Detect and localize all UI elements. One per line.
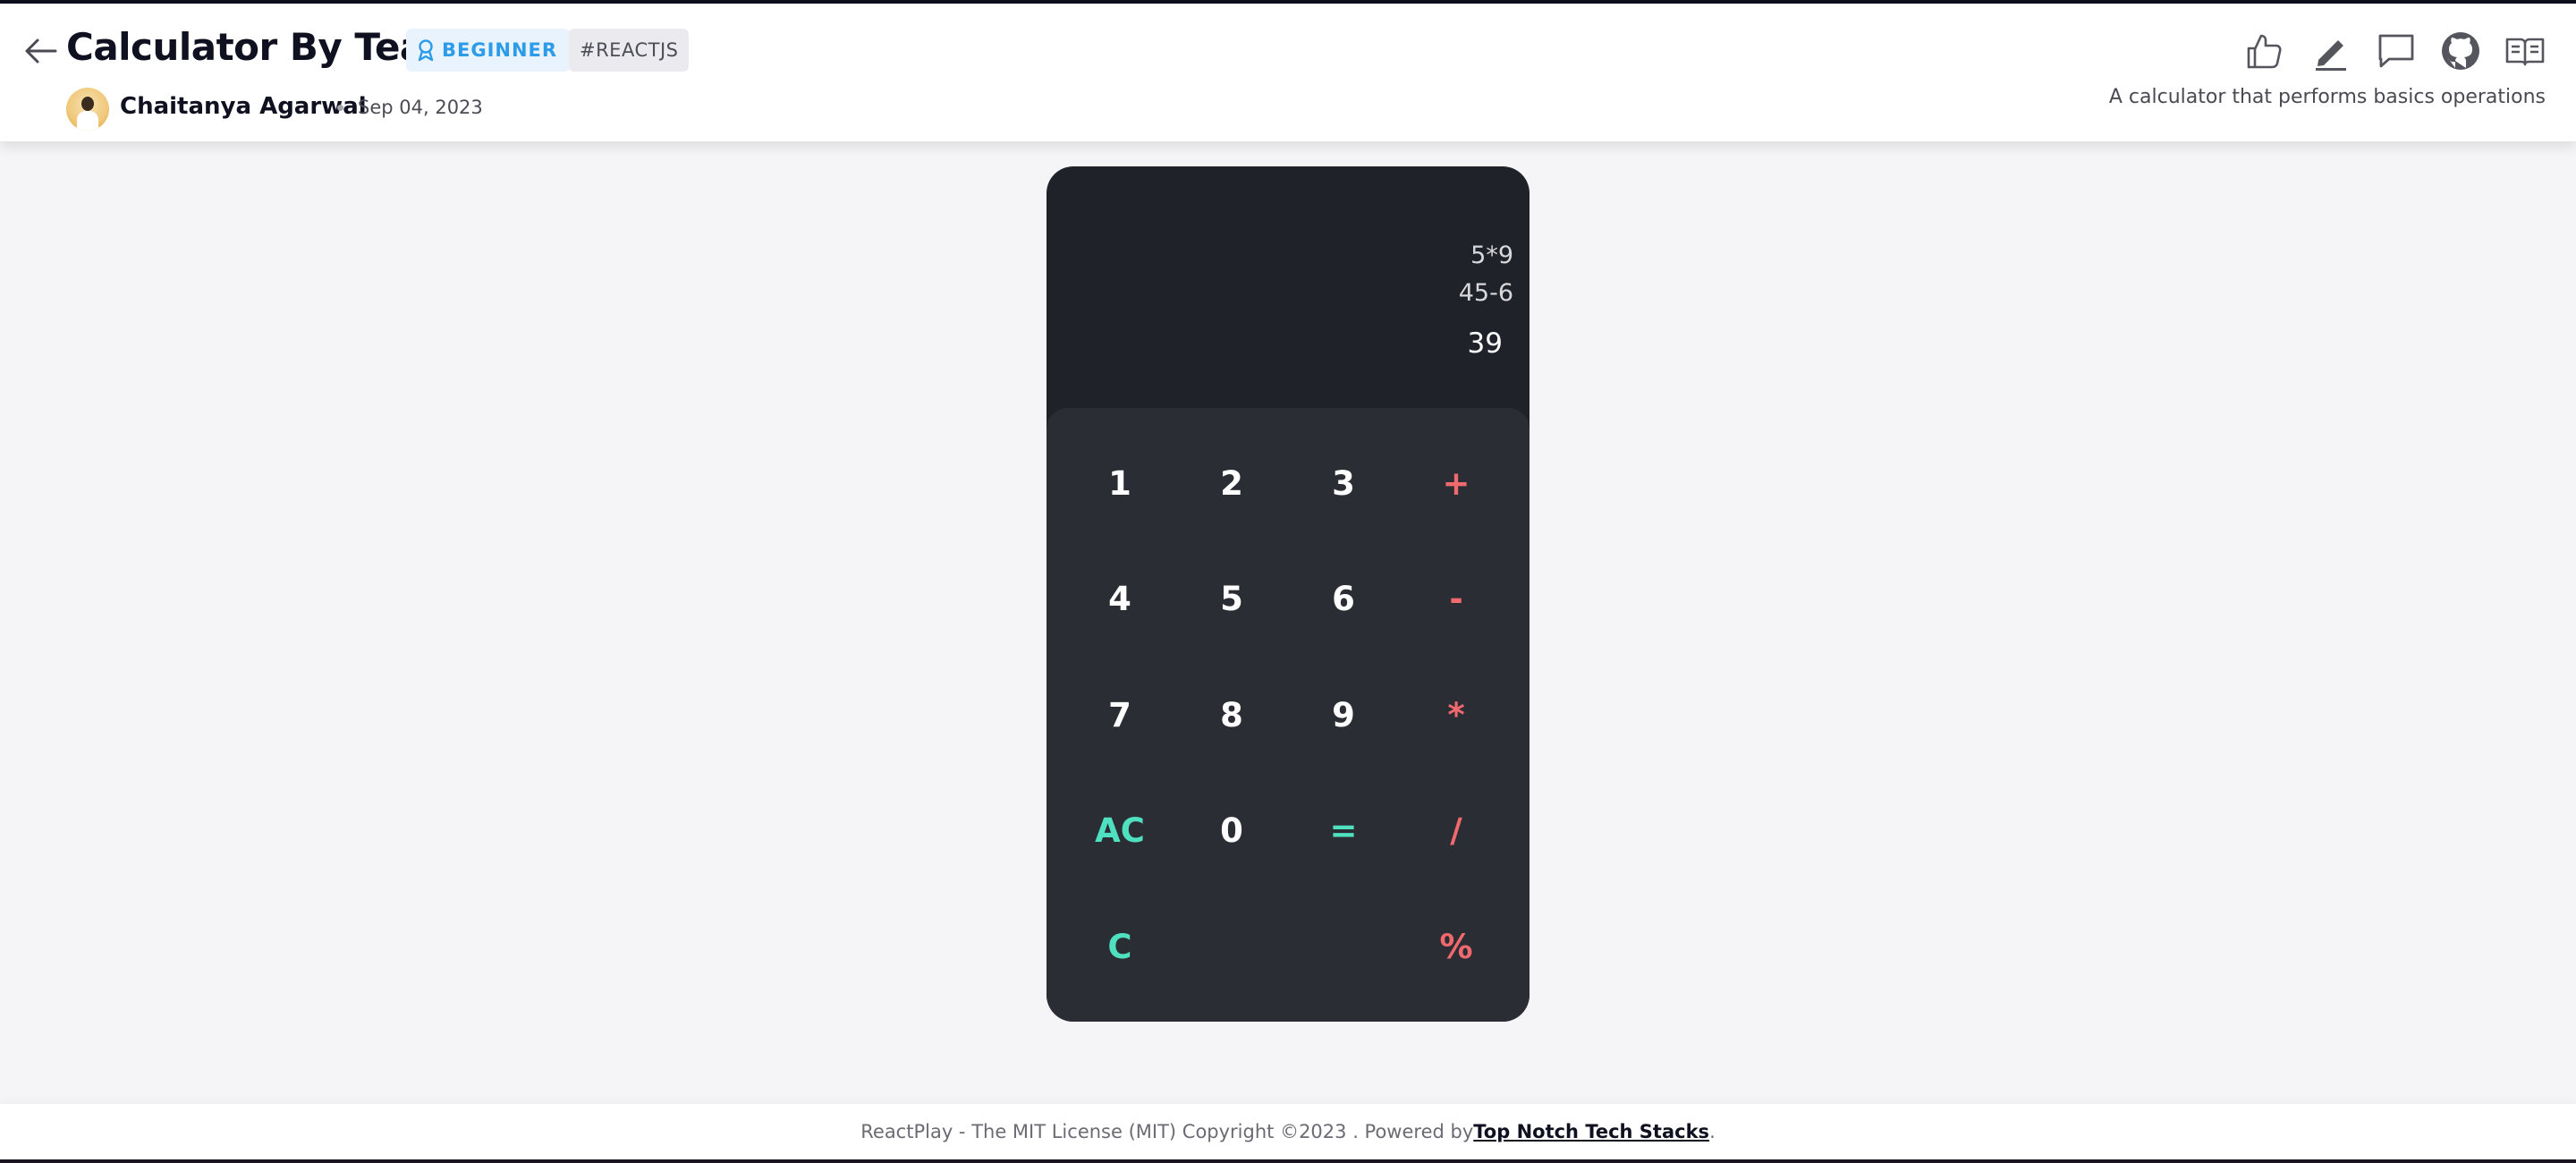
edit-icon[interactable]	[2310, 30, 2351, 72]
key-9[interactable]: 9	[1294, 670, 1393, 760]
read-icon[interactable]	[2504, 30, 2546, 72]
key-minus[interactable]: -	[1407, 554, 1505, 643]
key-3[interactable]: 3	[1294, 438, 1393, 528]
play-date: Sep 04, 2023	[358, 97, 483, 118]
play-actions	[0, 30, 2576, 75]
footer-link[interactable]: Top Notch Tech Stacks	[1473, 1121, 1709, 1142]
key-1[interactable]: 1	[1071, 438, 1169, 528]
footer-copyright: ReactPlay - The MIT License (MIT) Copyri…	[860, 1121, 1474, 1142]
bottom-border	[0, 1159, 2576, 1163]
author-avatar	[66, 88, 109, 131]
key-2[interactable]: 2	[1182, 438, 1281, 528]
key-percent[interactable]: %	[1407, 902, 1505, 991]
key-plus[interactable]: +	[1407, 438, 1505, 528]
key-6[interactable]: 6	[1294, 554, 1393, 643]
key-8[interactable]: 8	[1182, 670, 1281, 760]
key-7[interactable]: 7	[1071, 670, 1169, 760]
key-all-clear[interactable]: AC	[1071, 785, 1169, 875]
meta-separator-dot	[337, 105, 343, 111]
key-5[interactable]: 5	[1182, 554, 1281, 643]
github-icon[interactable]	[2440, 30, 2481, 72]
footer-period: .	[1709, 1121, 1716, 1142]
like-icon[interactable]	[2243, 30, 2284, 72]
calculator: 5*9 45-6 39 1 2 3 + 4 5 6 - 7 8 9 * AC 0…	[1046, 166, 1530, 1022]
author-name[interactable]: Chaitanya Agarwal	[120, 93, 367, 120]
key-clear[interactable]: C	[1071, 902, 1169, 991]
key-0[interactable]: 0	[1182, 785, 1281, 875]
history-entry: 45-6	[1458, 279, 1513, 307]
keypad: 1 2 3 + 4 5 6 - 7 8 9 * AC 0 = / C %	[1046, 408, 1530, 1022]
play-description: A calculator that performs basics operat…	[2108, 86, 2546, 108]
key-equals[interactable]: =	[1294, 785, 1393, 875]
comment-icon[interactable]	[2376, 30, 2417, 72]
result-value: 39	[1467, 327, 1503, 360]
calculator-display: 5*9 45-6 39	[1046, 166, 1530, 408]
key-4[interactable]: 4	[1071, 554, 1169, 643]
page-footer: ReactPlay - The MIT License (MIT) Copyri…	[0, 1104, 2576, 1159]
play-header: Calculator By Tea BEGINNER #REACTJS Chai…	[0, 4, 2576, 141]
key-divide[interactable]: /	[1407, 785, 1505, 875]
history-entry: 5*9	[1470, 242, 1513, 269]
key-multiply[interactable]: *	[1407, 670, 1505, 760]
